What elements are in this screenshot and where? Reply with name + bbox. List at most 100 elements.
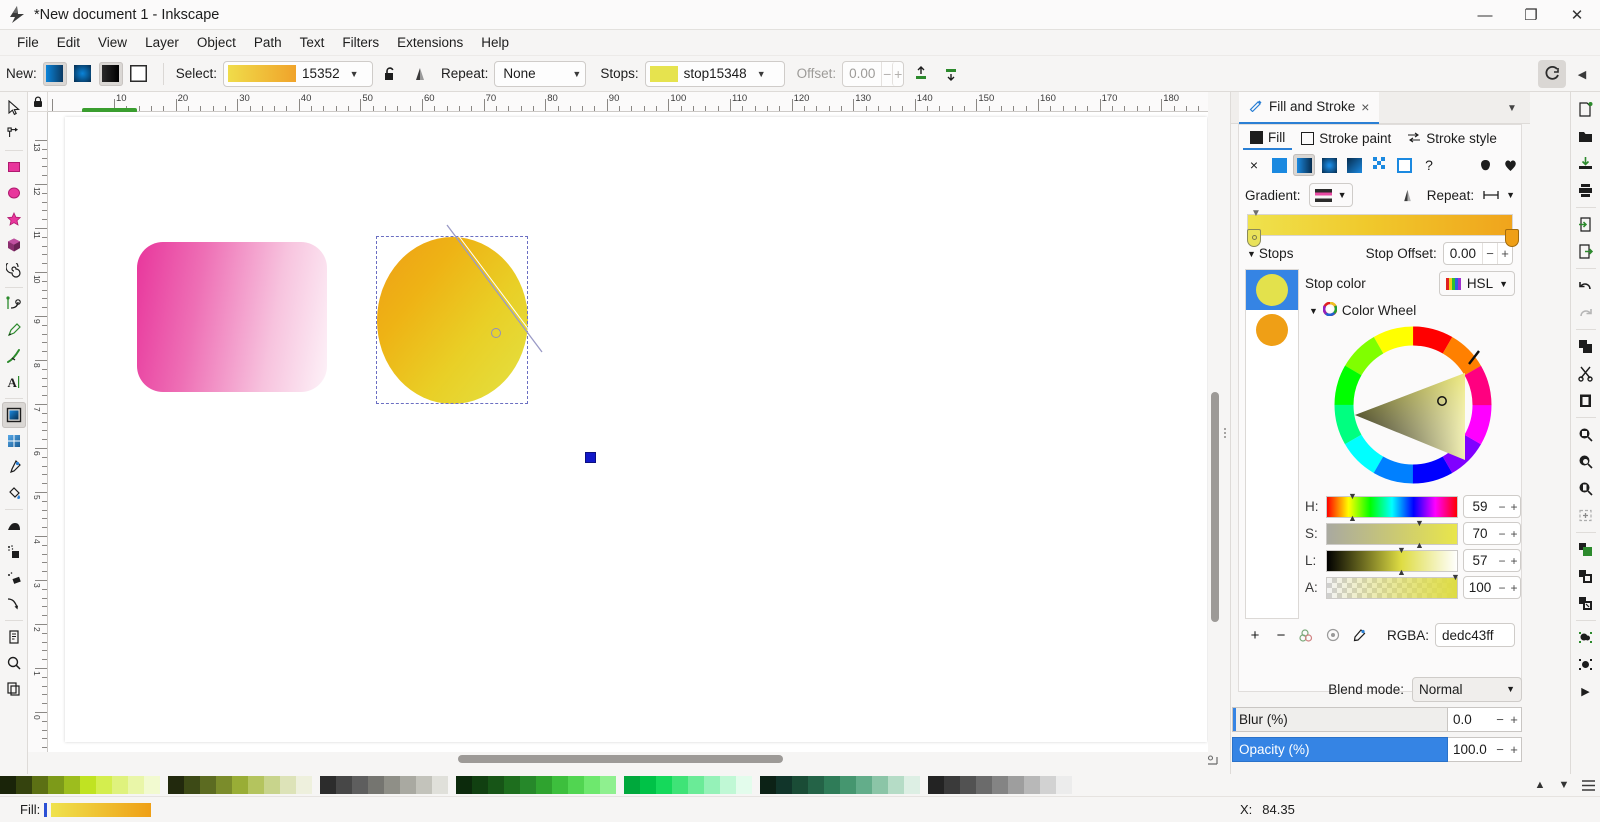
palette-swatch[interactable] [776,776,792,794]
alpha-increase-button[interactable]: + [1508,581,1520,595]
menu-edit[interactable]: Edit [48,32,89,53]
dock-tab-fill-and-stroke[interactable]: Fill and Stroke × [1239,91,1380,124]
radial-gradient-button[interactable] [71,62,95,86]
tool-gradient[interactable] [1,402,26,428]
clone-button[interactable] [1574,563,1598,590]
zoom-page-button[interactable] [1574,475,1598,502]
menu-text[interactable]: Text [291,32,334,53]
stop-color-group-button[interactable] [1297,625,1317,645]
palette-swatch[interactable] [760,776,776,794]
tool-eraser[interactable] [2,565,26,591]
palette-swatch[interactable] [1040,776,1056,794]
stop-offset-decrease-button[interactable]: − [1482,243,1497,264]
palette-swatch[interactable] [536,776,552,794]
repeat-combo[interactable]: None ▼ [494,60,587,87]
vertical-ruler[interactable]: 13 12 11 10 9 8 7 6 5 4 3 2 1 0 [28,112,48,752]
opacity-decrease-button[interactable]: − [1493,742,1507,757]
palette-swatch[interactable] [112,776,128,794]
palette-swatch[interactable] [720,776,736,794]
cut-button[interactable] [1574,360,1598,387]
palette-swatch[interactable] [600,776,616,794]
palette-swatch[interactable] [552,776,568,794]
palette-swatch[interactable] [248,776,264,794]
saturation-value-field[interactable]: 70 − + [1463,522,1521,545]
import-button[interactable] [1574,211,1598,238]
maximize-button[interactable]: ❐ [1508,0,1554,30]
gradient-stop-1[interactable] [1246,270,1298,310]
palette-swatch[interactable] [960,776,976,794]
canvas-horizontal-scrollbar[interactable] [48,752,1208,766]
palette-swatch[interactable] [128,776,144,794]
menu-object[interactable]: Object [188,32,245,53]
menu-filters[interactable]: Filters [333,32,388,53]
offset-decrease-button[interactable]: − [881,61,892,86]
color-mode-combo[interactable]: HSL ▼ [1438,271,1515,296]
palette-swatch[interactable] [216,776,232,794]
tool-selector[interactable] [2,95,26,121]
paint-none-button[interactable]: × [1243,154,1265,176]
palette-swatch[interactable] [504,776,520,794]
palette-swatch[interactable] [32,776,48,794]
scroll-thumb[interactable] [1211,392,1219,622]
toolbar-overflow-button[interactable]: ◀ [1568,60,1596,88]
lightness-value-field[interactable]: 57 − + [1463,549,1521,572]
palette-swatch[interactable] [856,776,872,794]
palette-swatch[interactable] [888,776,904,794]
palette-swatch[interactable] [232,776,248,794]
offset-spinner[interactable]: 0.00 − + [842,60,905,87]
palette-swatch[interactable] [384,776,400,794]
dock-resize-grip[interactable] [1221,420,1229,446]
palette-swatch[interactable] [416,776,432,794]
palette-swatch[interactable] [1024,776,1040,794]
opacity-value-field[interactable]: 100.0 − + [1448,736,1522,762]
palette-swatch[interactable] [656,776,672,794]
lightness-slider[interactable]: ▼ ▲ [1326,545,1458,576]
tool-text[interactable]: A [2,369,26,395]
paste-button[interactable] [1574,387,1598,414]
tool-dropper[interactable] [2,454,26,480]
status-fill-indicator[interactable]: Fill: [20,802,152,817]
palette-menu-button[interactable] [1576,775,1600,795]
opacity-slider[interactable]: Opacity (%) [1232,736,1448,762]
blend-mode-combo[interactable]: Normal ▼ [1412,676,1522,702]
saturation-increase-button[interactable]: + [1508,527,1520,541]
reverse-gradient-button[interactable] [407,61,433,87]
horizontal-ruler[interactable]: 10 20 30 40 50 60 70 80 90 100 110 120 130 140 150 160 1… [48,92,1208,112]
more-commands-button[interactable]: ▶ [1574,678,1598,705]
delete-stop-button[interactable] [938,61,964,87]
palette-swatch[interactable] [944,776,960,794]
scroll-thumb[interactable] [458,755,783,763]
tool-pen[interactable] [2,291,26,317]
tool-mesh[interactable] [2,428,26,454]
undo-button[interactable] [1574,272,1598,299]
menu-extensions[interactable]: Extensions [388,32,472,53]
paint-linear-gradient-button[interactable] [1293,154,1315,176]
open-document-button[interactable] [1574,123,1598,150]
palette-scroll-down-button[interactable]: ▼ [1552,775,1576,795]
palette-swatch[interactable] [640,776,656,794]
palette-swatch[interactable] [144,776,160,794]
alpha-decrease-button[interactable]: − [1496,581,1508,595]
dock-collapse-button[interactable]: ▼ [1502,98,1522,118]
lightness-increase-button[interactable]: + [1508,554,1520,568]
color-wheel[interactable] [1323,323,1503,491]
print-document-button[interactable] [1574,177,1598,204]
palette-swatch[interactable] [808,776,824,794]
zoom-selection-button[interactable] [1574,421,1598,448]
palette-swatch[interactable] [736,776,752,794]
tool-spiral[interactable] [2,258,26,284]
canvas-corner-button[interactable] [1203,750,1223,770]
fill-rule-nonzero-button[interactable] [1474,154,1496,176]
tool-pencil[interactable] [2,317,26,343]
stops-list[interactable] [1245,269,1299,619]
rounded-rect-pink-gradient[interactable] [137,242,327,392]
blur-increase-button[interactable]: + [1507,712,1521,727]
duplicate-button[interactable] [1574,536,1598,563]
palette-swatch[interactable] [584,776,600,794]
tool-rectangle[interactable] [2,154,26,180]
snap-controls-toggle-button[interactable] [1538,60,1566,88]
tab-fill[interactable]: Fill [1243,127,1293,150]
ungroup-button[interactable] [1574,651,1598,678]
ruler-lock-button[interactable] [28,92,48,112]
tool-connector[interactable] [2,591,26,617]
